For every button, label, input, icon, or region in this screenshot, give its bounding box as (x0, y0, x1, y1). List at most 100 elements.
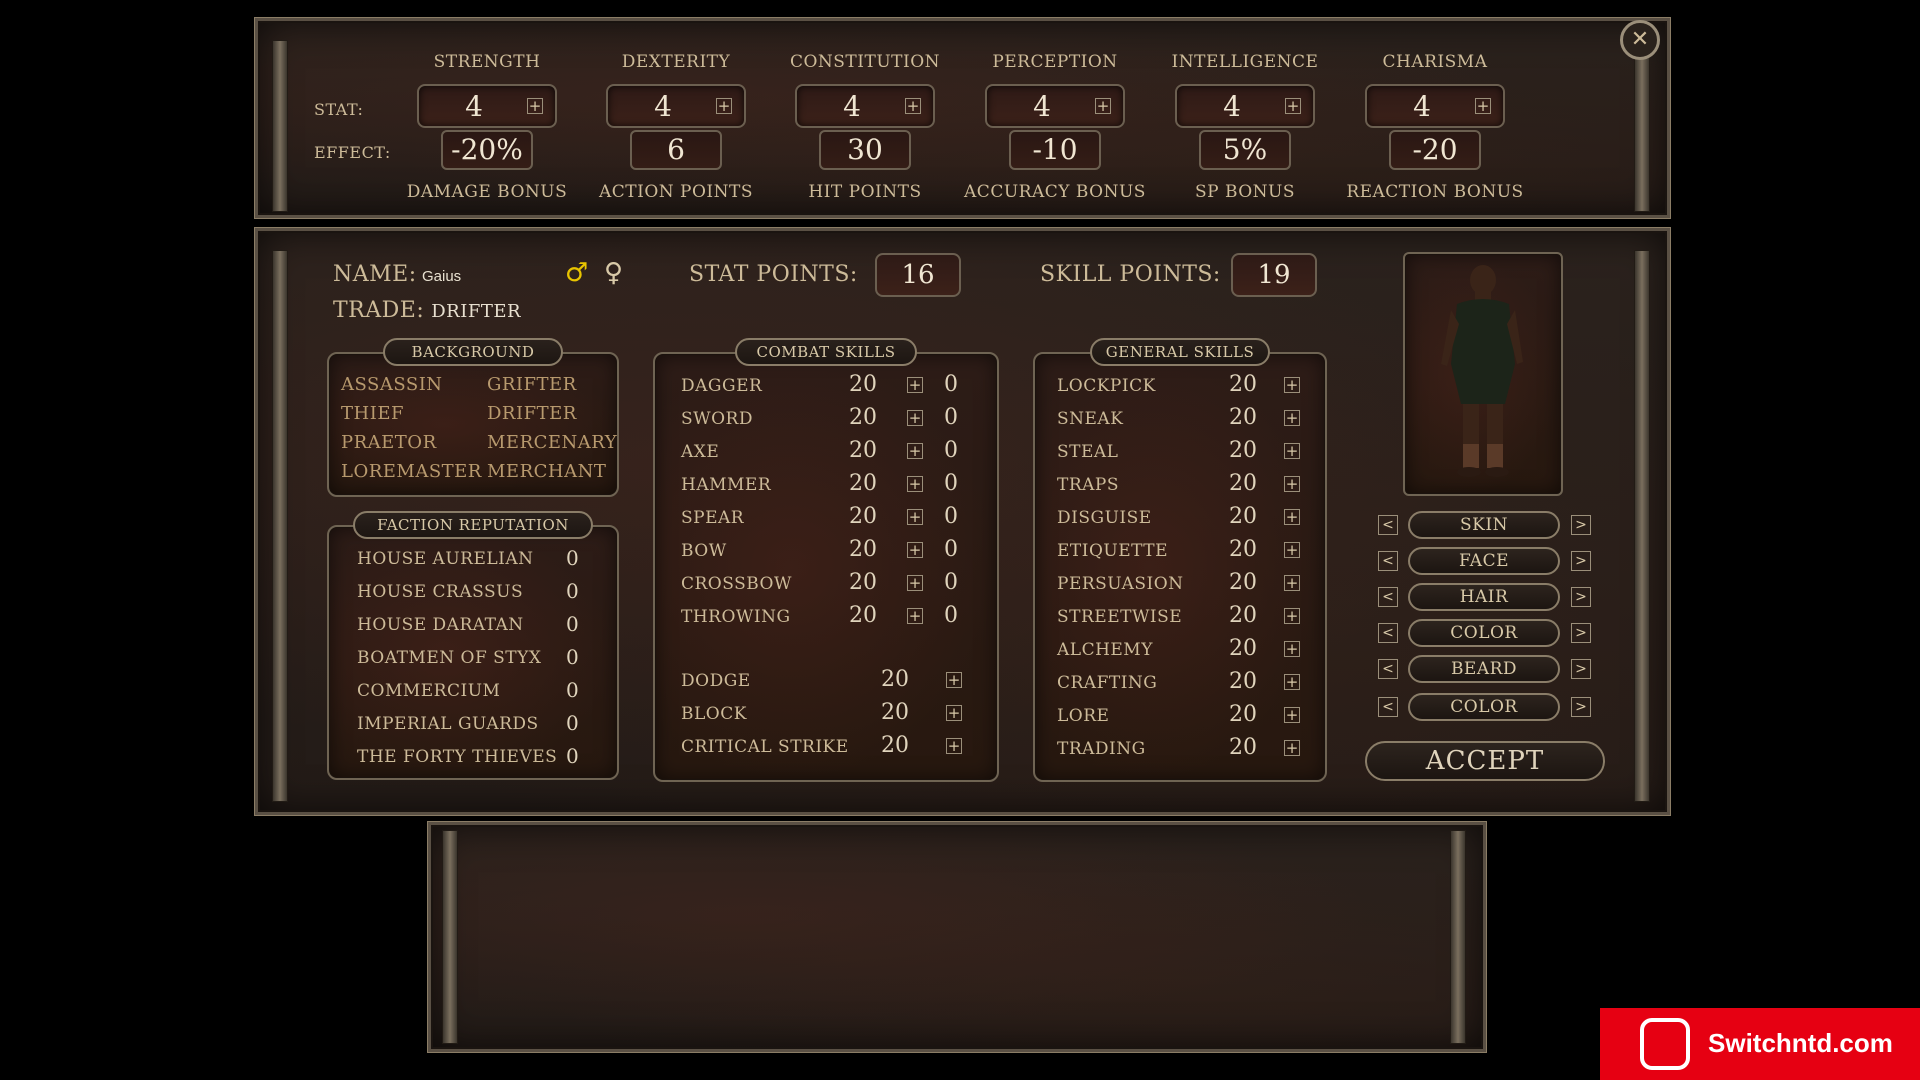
name-label: NAME: (333, 262, 417, 287)
faction-name: THE FORTY THIEVES (357, 747, 558, 767)
appearance-option[interactable]: COLOR (1408, 693, 1560, 721)
stat-value: 4 (1413, 90, 1431, 123)
general-skill-value: 20 (1229, 372, 1257, 397)
skill-points-label: SKILL POINTS: (1040, 262, 1221, 287)
plus-icon[interactable]: + (946, 738, 962, 754)
stat-box-strength: 4 + (417, 84, 557, 128)
general-skill-name: PERSUASION (1057, 574, 1184, 594)
plus-icon[interactable]: + (1284, 707, 1300, 723)
prev-arrow-icon[interactable]: < (1378, 551, 1398, 571)
switch-logo-icon (1640, 1018, 1690, 1070)
skill-points-value: 19 (1231, 253, 1317, 297)
male-button[interactable]: ♂ (565, 258, 588, 288)
plus-icon[interactable]: + (1284, 443, 1300, 459)
stat-points-value: 16 (875, 253, 961, 297)
plus-icon[interactable]: + (1284, 509, 1300, 525)
plus-icon[interactable]: + (946, 705, 962, 721)
background-option-praetor[interactable]: PRAETOR (341, 432, 437, 453)
plus-icon[interactable]: + (907, 476, 923, 492)
attr-header: PERCEPTION (992, 52, 1118, 72)
pillar-left-bottom (442, 830, 458, 1044)
plus-icon[interactable]: + (907, 509, 923, 525)
female-button[interactable]: ♀ (604, 258, 623, 288)
plus-icon[interactable]: + (907, 608, 923, 624)
next-arrow-icon[interactable]: > (1571, 697, 1591, 717)
background-option-grifter[interactable]: GRIFTER (487, 374, 577, 395)
combat-skill-bonus: 0 (944, 603, 958, 628)
faction-value: 0 (566, 645, 579, 669)
combat-skill-bonus: 0 (944, 438, 958, 463)
background-option-mercenary[interactable]: MERCENARY (487, 432, 617, 453)
plus-icon[interactable]: + (1284, 608, 1300, 624)
appearance-option[interactable]: HAIR (1408, 583, 1560, 611)
plus-icon[interactable]: + (716, 98, 732, 114)
name-field[interactable]: Gaius (422, 268, 461, 285)
plus-icon[interactable]: + (527, 98, 543, 114)
background-option-assassin[interactable]: ASSASSIN (341, 374, 443, 395)
prev-arrow-icon[interactable]: < (1378, 623, 1398, 643)
general-skill-value: 20 (1229, 636, 1257, 661)
plus-icon[interactable]: + (946, 672, 962, 688)
plus-icon[interactable]: + (1475, 98, 1491, 114)
defense-skill-name: CRITICAL STRIKE (681, 737, 849, 757)
general-skills-title: GENERAL SKILLS (1090, 338, 1270, 366)
faction-value: 0 (566, 546, 579, 570)
combat-skill-name: SPEAR (681, 508, 745, 528)
plus-icon[interactable]: + (1284, 740, 1300, 756)
general-skill-value: 20 (1229, 603, 1257, 628)
plus-icon[interactable]: + (907, 377, 923, 393)
prev-arrow-icon[interactable]: < (1378, 659, 1398, 679)
plus-icon[interactable]: + (1284, 575, 1300, 591)
close-icon: ✕ (1630, 27, 1650, 52)
stat-value: 4 (465, 90, 483, 123)
next-arrow-icon[interactable]: > (1571, 587, 1591, 607)
plus-icon[interactable]: + (1285, 98, 1301, 114)
appearance-option[interactable]: SKIN (1408, 511, 1560, 539)
prev-arrow-icon[interactable]: < (1378, 587, 1398, 607)
background-option-merchant[interactable]: MERCHANT (487, 461, 606, 482)
plus-icon[interactable]: + (907, 443, 923, 459)
accept-button[interactable]: ACCEPT (1365, 741, 1605, 781)
plus-icon[interactable]: + (1284, 410, 1300, 426)
stat-box-dexterity: 4 + (606, 84, 746, 128)
next-arrow-icon[interactable]: > (1571, 623, 1591, 643)
next-arrow-icon[interactable]: > (1571, 659, 1591, 679)
next-arrow-icon[interactable]: > (1571, 515, 1591, 535)
appearance-option[interactable]: COLOR (1408, 619, 1560, 647)
plus-icon[interactable]: + (1095, 98, 1111, 114)
plus-icon[interactable]: + (907, 575, 923, 591)
general-skill-name: TRADING (1057, 739, 1146, 759)
combat-skill-value: 20 (849, 570, 877, 595)
combat-skill-value: 20 (849, 603, 877, 628)
plus-icon[interactable]: + (907, 410, 923, 426)
faction-value: 0 (566, 612, 579, 636)
stat-box-charisma: 4 + (1365, 84, 1505, 128)
next-arrow-icon[interactable]: > (1571, 551, 1591, 571)
background-option-drifter[interactable]: DRIFTER (487, 403, 577, 424)
general-skill-value: 20 (1229, 471, 1257, 496)
appearance-option[interactable]: FACE (1408, 547, 1560, 575)
background-option-thief[interactable]: THIEF (341, 403, 404, 424)
combat-skill-name: THROWING (681, 607, 791, 627)
effect-label: DAMAGE BONUS (406, 182, 568, 202)
stat-points-label: STAT POINTS: (689, 262, 858, 287)
plus-icon[interactable]: + (1284, 476, 1300, 492)
plus-icon[interactable]: + (1284, 641, 1300, 657)
general-skill-name: TRAPS (1057, 475, 1119, 495)
effect-label: SP BONUS (1194, 182, 1296, 202)
plus-icon[interactable]: + (1284, 377, 1300, 393)
close-button[interactable]: ✕ (1620, 20, 1660, 60)
appearance-option[interactable]: BEARD (1408, 655, 1560, 683)
general-skill-name: SNEAK (1057, 409, 1124, 429)
plus-icon[interactable]: + (1284, 542, 1300, 558)
stat-value: 4 (1033, 90, 1051, 123)
general-skill-value: 20 (1229, 735, 1257, 760)
plus-icon[interactable]: + (907, 542, 923, 558)
prev-arrow-icon[interactable]: < (1378, 697, 1398, 717)
general-skill-name: DISGUISE (1057, 508, 1152, 528)
prev-arrow-icon[interactable]: < (1378, 515, 1398, 535)
plus-icon[interactable]: + (905, 98, 921, 114)
female-icon: ♀ (604, 258, 624, 288)
plus-icon[interactable]: + (1284, 674, 1300, 690)
background-option-loremaster[interactable]: LOREMASTER (341, 461, 482, 482)
